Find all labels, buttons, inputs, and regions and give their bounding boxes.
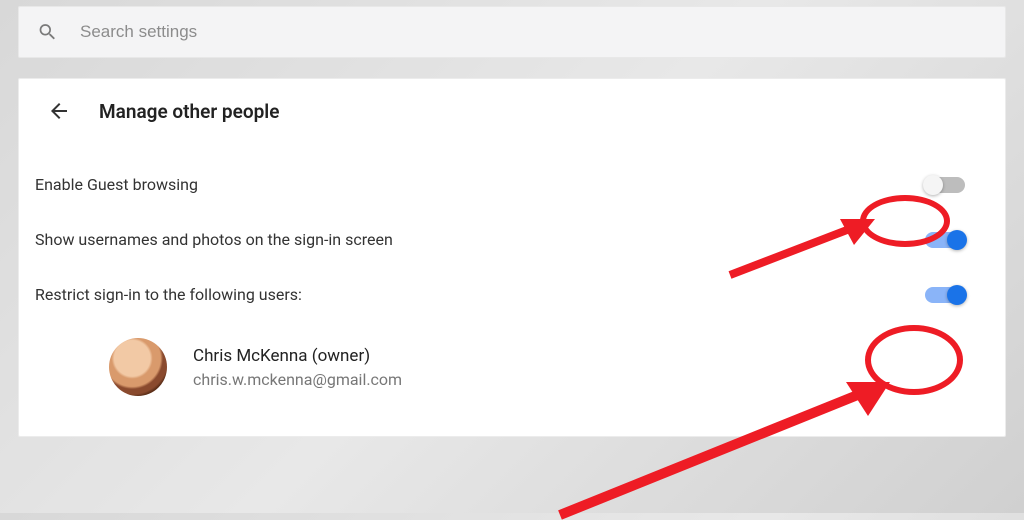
back-arrow-icon[interactable] — [47, 99, 71, 123]
restrict-signin-label: Restrict sign-in to the following users: — [35, 285, 302, 304]
restrict-signin-toggle[interactable] — [925, 287, 965, 303]
search-input[interactable] — [80, 22, 987, 42]
setting-restrict-signin: Restrict sign-in to the following users: — [19, 267, 1005, 322]
avatar — [109, 338, 167, 396]
guest-browsing-label: Enable Guest browsing — [35, 175, 198, 194]
page-title: Manage other people — [99, 100, 279, 123]
settings-panel: Manage other people Enable Guest browsin… — [18, 78, 1006, 437]
show-usernames-label: Show usernames and photos on the sign-in… — [35, 230, 393, 249]
search-bar[interactable] — [18, 6, 1006, 58]
user-name: Chris McKenna (owner) — [193, 346, 402, 366]
setting-guest-browsing: Enable Guest browsing — [19, 157, 1005, 212]
guest-browsing-toggle[interactable] — [925, 177, 965, 193]
panel-header: Manage other people — [19, 79, 1005, 139]
toggle-knob-icon — [923, 175, 943, 195]
user-row: Chris McKenna (owner) chris.w.mckenna@gm… — [19, 322, 1005, 396]
setting-show-usernames: Show usernames and photos on the sign-in… — [19, 212, 1005, 267]
show-usernames-toggle[interactable] — [925, 232, 965, 248]
toggle-knob-icon — [947, 285, 967, 305]
user-email: chris.w.mckenna@gmail.com — [193, 370, 402, 389]
search-icon — [37, 21, 58, 43]
toggle-knob-icon — [947, 230, 967, 250]
user-info: Chris McKenna (owner) chris.w.mckenna@gm… — [193, 346, 402, 389]
